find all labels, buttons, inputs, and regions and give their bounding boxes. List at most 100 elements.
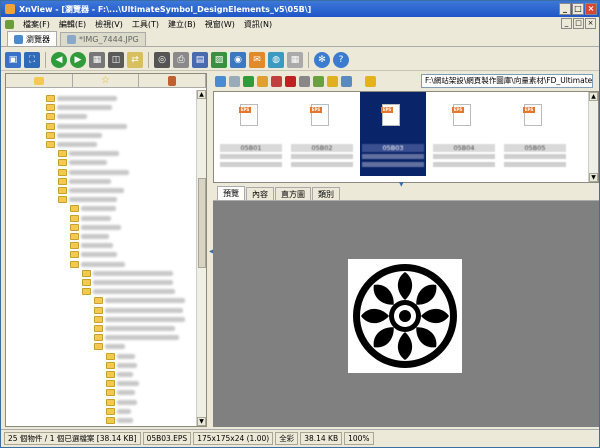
path-field[interactable]: F:\網站架設\網頁製作圖庫\向量素材\FD_UltimateS [421,74,593,88]
capture-icon[interactable]: ◉ [230,51,246,68]
wallpaper-icon[interactable]: ▨ [211,51,227,68]
filter-icon[interactable] [327,76,338,87]
menu-file[interactable]: 檔案(F) [23,19,50,30]
delete-icon[interactable] [285,76,296,87]
scan-icon[interactable]: ▤ [192,51,208,68]
mdi-restore-button[interactable]: □ [573,18,584,29]
tree-folder-item[interactable] [58,149,119,158]
scroll-thumb[interactable] [198,178,206,268]
tree-folder-item[interactable] [46,140,97,149]
tree-folder-item[interactable] [70,232,109,241]
tree-folder-item[interactable] [106,388,135,397]
email-icon[interactable]: ✉ [249,51,265,68]
tree-folder-item[interactable] [82,269,173,278]
menu-tools[interactable]: 工具(T) [132,19,159,30]
tree-folder-item[interactable] [106,370,133,379]
binoculars-icon[interactable]: ◎ [154,51,170,68]
nav-back-icon[interactable] [215,76,226,87]
tree-folder-item[interactable] [82,278,173,287]
tree-folder-item[interactable] [46,112,87,121]
tab-image[interactable]: *IMG_7444.JPG [60,32,146,46]
tree-folder-item[interactable] [46,131,102,140]
tree-folder-item[interactable] [106,398,137,407]
tree-folder-item[interactable] [70,241,113,250]
print-icon[interactable]: ⎙ [173,51,189,68]
tree-folder-item[interactable] [46,103,112,112]
nav-forward-icon[interactable] [229,76,240,87]
thumb-scroll-down-icon[interactable]: ▼ [589,173,598,182]
maximize-button[interactable]: □ [572,3,584,15]
tab-folders[interactable] [6,74,73,87]
tree-folder-item[interactable] [70,250,117,259]
tree-folder-item[interactable] [94,306,183,315]
menu-view[interactable]: 檢視(V) [95,19,123,30]
tree-folder-item[interactable] [70,204,116,213]
forward-icon[interactable]: ▶ [70,51,86,68]
minimize-button[interactable]: _ [559,3,571,15]
save-icon[interactable]: ◫ [108,51,124,68]
tree-folder-item[interactable] [70,260,125,269]
tree-folder-item[interactable] [58,177,111,186]
menu-window[interactable]: 視窗(W) [205,19,235,30]
tree-folder-item[interactable] [58,168,129,177]
tree-folder-item[interactable] [58,158,107,167]
grid-icon[interactable]: ▦ [287,51,303,68]
thumb-scroll-up-icon[interactable]: ▲ [589,92,598,101]
browse-icon[interactable]: ▣ [5,51,21,68]
new-folder-icon[interactable] [257,76,268,87]
tree-folder-item[interactable] [94,342,125,351]
thumbnail-item[interactable]: EPS 05B02 [289,92,355,176]
tree-folder-item[interactable] [94,296,185,305]
tab-properties[interactable]: 內容 [246,187,274,200]
tree-folder-item[interactable] [58,186,124,195]
tree-folder-item[interactable] [70,214,111,223]
view-mode-icon[interactable] [299,76,310,87]
folder-tree[interactable] [6,90,196,426]
scroll-up-icon[interactable]: ▲ [197,90,206,99]
tree-folder-item[interactable] [94,324,175,333]
refresh-icon[interactable] [243,76,254,87]
fullscreen-icon[interactable]: ⛶ [24,51,40,68]
close-button[interactable]: × [585,3,597,15]
tree-scrollbar[interactable]: ▲ ▼ [196,90,206,426]
thumbnail-item[interactable]: EPS 05B04 [431,92,497,176]
thumbnail-item[interactable]: EPS 05B03 [360,92,426,176]
tab-categories[interactable] [139,74,207,87]
menu-create[interactable]: 建立(B) [168,19,196,30]
tree-folder-item[interactable] [46,94,117,103]
tree-folder-item[interactable] [58,195,117,204]
help-icon[interactable]: ? [333,51,349,68]
tree-folder-item[interactable] [94,315,185,324]
tree-folder-item[interactable] [106,379,139,388]
thumbnail-item[interactable]: EPS 05B05 [502,92,568,176]
mdi-minimize-button[interactable]: _ [561,18,572,29]
web-icon[interactable]: ◍ [268,51,284,68]
tab-favorites[interactable]: ☆ [73,74,140,87]
tab-histogram[interactable]: 直方圖 [275,187,311,200]
tree-folder-item[interactable] [82,287,175,296]
tree-folder-item[interactable] [106,407,131,416]
rename-icon[interactable] [271,76,282,87]
scroll-down-icon[interactable]: ▼ [197,417,206,426]
favorite-star-icon[interactable] [365,76,376,87]
thumbnail-item[interactable]: EPS 05B01 [218,92,284,176]
sync-icon[interactable] [341,76,352,87]
tab-category[interactable]: 類別 [312,187,340,200]
convert-icon[interactable]: ⇄ [127,51,143,68]
tree-folder-item[interactable] [106,352,135,361]
tree-folder-item[interactable] [94,333,179,342]
settings-icon[interactable]: ✻ [314,51,330,68]
menu-edit[interactable]: 編輯(E) [59,19,86,30]
mdi-close-button[interactable]: × [585,18,596,29]
tree-folder-item[interactable] [106,416,133,425]
menu-info[interactable]: 資訊(N) [244,19,272,30]
tree-folder-item[interactable] [46,122,127,131]
sort-icon[interactable] [313,76,324,87]
tab-preview[interactable]: 預覽 [217,186,245,200]
tree-folder-item[interactable] [106,361,137,370]
back-icon[interactable]: ◀ [51,51,67,68]
slideshow-icon[interactable]: ▦ [89,51,105,68]
tab-browser[interactable]: 瀏覽器 [7,31,57,46]
tree-folder-item[interactable] [70,223,121,232]
thumbnail-scrollbar[interactable]: ▲ ▼ [588,92,598,182]
